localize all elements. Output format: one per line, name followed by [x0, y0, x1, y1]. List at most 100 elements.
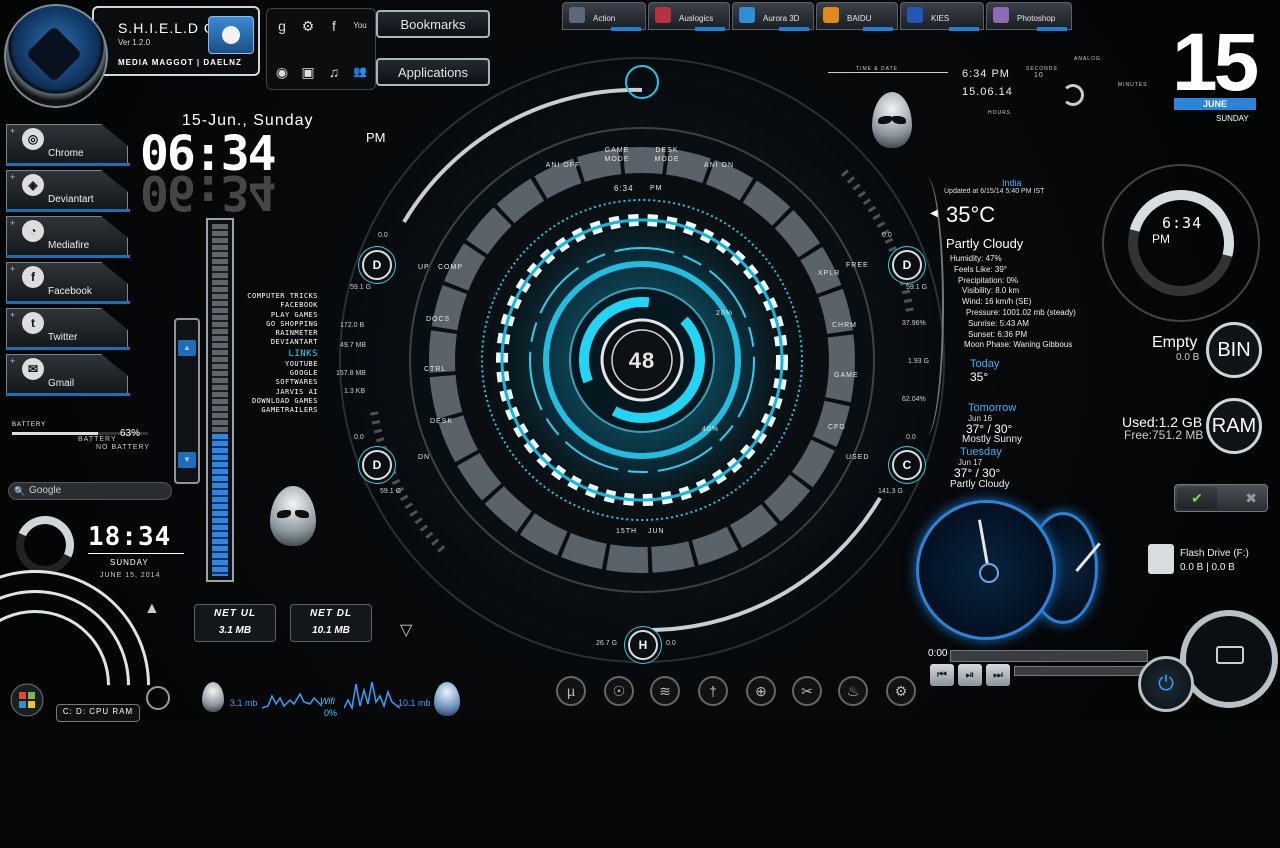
app-tab-auslogics[interactable]: Auslogics — [648, 2, 730, 31]
sidebar-item-chrome[interactable]: + ◎ Chrome — [6, 124, 130, 166]
sidebar-item-deviantart[interactable]: + ◈ Deviantart — [6, 170, 130, 212]
ram-free: Free:751.2 MB — [1124, 428, 1204, 442]
link-item[interactable]: GOOGLE — [226, 369, 318, 378]
compass-icon[interactable]: ⊕ — [746, 676, 776, 706]
drive-h-right: 0.0 — [666, 640, 676, 647]
xplr-button[interactable]: XPLR — [818, 270, 840, 277]
drive-d-bottom-left[interactable]: D — [362, 450, 392, 480]
hud-percent-a: 20% — [716, 310, 734, 317]
link-item[interactable]: GO SHOPPING — [226, 320, 318, 329]
link-item[interactable]: DOWNLOAD GAMES — [226, 397, 318, 406]
link-item[interactable]: FACEBOOK — [226, 301, 318, 310]
tomb-raider-icon[interactable]: † — [698, 676, 728, 706]
apple-icon[interactable] — [208, 16, 254, 54]
link-item[interactable]: GAMETRAILERS — [226, 406, 318, 415]
net-upload-label: NET UL — [213, 608, 257, 619]
link-item[interactable]: RAINMETER — [226, 329, 318, 338]
orb-button[interactable] — [146, 686, 170, 710]
plus-icon: + — [10, 126, 16, 136]
link-item[interactable]: PLAY GAMES — [226, 311, 318, 320]
app-tab-action[interactable]: Action — [562, 2, 646, 31]
link-item[interactable]: YOUTUBE — [226, 360, 318, 369]
link-item[interactable]: COMPUTER TRICKS — [226, 292, 318, 301]
ram-button[interactable]: RAM — [1206, 398, 1262, 454]
chrm-button[interactable]: CHRM — [832, 322, 857, 329]
acrobat-icon[interactable]: ✂ — [792, 676, 822, 706]
game-mode-button[interactable]: GAME MODE — [598, 146, 636, 164]
plus-icon: + — [10, 264, 16, 274]
sidebar-item-twitter[interactable]: + t Twitter — [6, 308, 130, 350]
battery-status-1: BATTERY — [78, 436, 117, 443]
link-item[interactable]: SOFTWARES — [226, 378, 318, 387]
link-item[interactable]: DEVIANTART — [226, 338, 318, 347]
sidebar-item-facebook[interactable]: + f Facebook — [6, 262, 130, 304]
links-list: COMPUTER TRICKS FACEBOOK PLAY GAMES GO SHOP… — [226, 292, 318, 416]
start-button[interactable] — [6, 682, 48, 718]
time-widget-time: 6:34 PM — [962, 68, 1010, 80]
comp-button[interactable]: COMP — [438, 264, 463, 271]
os-credit: MEDIA MAGGOT | DAELNZ — [118, 58, 242, 67]
recycle-bin-button[interactable]: BIN — [1206, 322, 1262, 378]
drive-shortcuts[interactable]: C: D: CPU RAM — [56, 704, 140, 722]
google-search-input[interactable]: Google — [8, 482, 172, 500]
power-button[interactable]: ⏻ — [1138, 656, 1194, 712]
bookmarks-button[interactable]: Bookmarks — [376, 10, 490, 38]
minutes-label: MINUTES — [1118, 82, 1148, 88]
app-tab-photoshop[interactable]: Photoshop — [986, 2, 1072, 31]
power-toggle[interactable]: ✔ ✖ — [1174, 484, 1268, 512]
link-item[interactable]: JARVIS AI — [226, 388, 318, 397]
next-button[interactable]: ⏭ — [986, 664, 1010, 686]
twitter-icon: t — [22, 312, 44, 334]
desk-mode-button[interactable]: DESK MODE — [648, 146, 686, 164]
drive-d-tl-top: 0.0 — [378, 232, 388, 239]
sidebar-item-accent — [6, 301, 130, 304]
app-tab-icon — [907, 7, 923, 23]
volume-up-button[interactable]: ▲ — [178, 340, 196, 356]
drive-d-top-left[interactable]: D — [362, 250, 392, 280]
ani-off-button[interactable]: ANI OFF — [540, 162, 586, 169]
app-tab-kies[interactable]: KIES — [900, 2, 984, 31]
game-button[interactable]: GAME — [834, 372, 859, 379]
need-for-speed-icon[interactable]: ≋ — [650, 676, 680, 706]
previous-button[interactable]: ⏮ — [930, 664, 954, 686]
hud-up-label: UP — [418, 264, 430, 271]
steam-icon[interactable]: ⚙ — [297, 15, 319, 37]
app-tab-accent — [949, 27, 979, 31]
photos-icon[interactable]: ▣ — [297, 61, 319, 83]
player-volume[interactable] — [1014, 666, 1148, 676]
hud-dn-label: DN — [418, 454, 431, 461]
google-icon[interactable]: g — [271, 15, 293, 37]
cfg-button[interactable]: CFG — [828, 424, 846, 431]
volume-down-button[interactable]: ▼ — [178, 452, 196, 468]
time-widget-line — [828, 72, 948, 73]
app-tab-icon — [739, 7, 755, 23]
ani-on-button[interactable]: ANI ON — [696, 162, 742, 169]
player-progress[interactable] — [950, 650, 1148, 662]
settings-icon[interactable]: ⚙ — [886, 676, 916, 706]
app-tab-label: Action — [593, 14, 616, 23]
drive-h-bottom[interactable]: H — [628, 630, 658, 660]
sidebar-item-mediafire[interactable]: + ◔ Mediafire — [6, 216, 130, 258]
desk-button[interactable]: DESK — [430, 418, 453, 425]
hours-label: HOURS — [988, 110, 1012, 116]
docs-button[interactable]: DOCS — [426, 316, 450, 323]
youtube-icon[interactable]: You — [349, 15, 371, 37]
play-pause-button[interactable]: ⏯ — [958, 664, 982, 686]
utorrent-icon[interactable]: µ — [556, 676, 586, 706]
app-tab-aurora-3d[interactable]: Aurora 3D — [732, 2, 814, 31]
weather-tuesday-condition: Partly Cloudy — [950, 479, 1010, 490]
weather-updated: Updated at 6/15/14 5:40 PM IST — [944, 188, 1045, 195]
counter-strike-icon[interactable]: ☉ — [604, 676, 634, 706]
ctrl-button[interactable]: CTRL — [424, 366, 446, 373]
app-tab-baidu[interactable]: BAIDU — [816, 2, 898, 31]
wifi-label: Wifi — [320, 696, 335, 706]
facebook-icon[interactable]: f — [323, 15, 345, 37]
firefox-icon[interactable]: ◉ — [271, 61, 293, 83]
drive-c-bottom-right[interactable]: C — [892, 450, 922, 480]
hud-free-label: FREE — [846, 262, 869, 269]
sidebar-item-gmail[interactable]: + ✉ Gmail — [6, 354, 130, 396]
sidebar-item-accent — [6, 209, 130, 212]
app-tab-accent — [1037, 27, 1067, 31]
usb-drive-icon[interactable] — [1148, 544, 1174, 574]
app-icon[interactable]: ♨ — [838, 676, 868, 706]
